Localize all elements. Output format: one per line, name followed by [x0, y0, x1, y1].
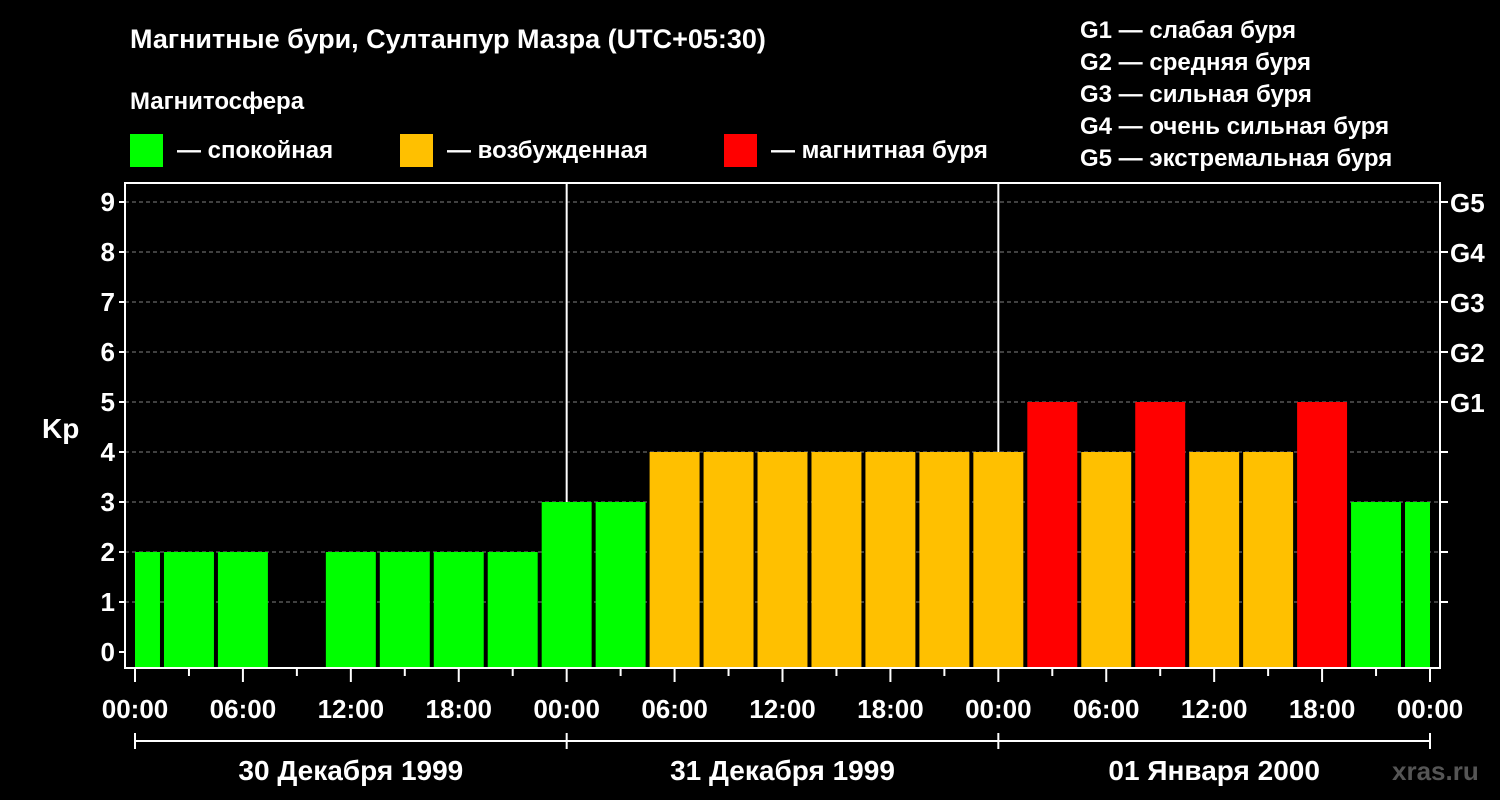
y-tick-label: 1	[101, 587, 115, 617]
kp-bar	[811, 452, 862, 668]
day-label: 30 Декабря 1999	[238, 755, 463, 786]
day-label: 01 Января 2000	[1108, 755, 1320, 786]
kp-bar	[1297, 402, 1348, 668]
chart-title: Магнитные бури, Султанпур Мазра (UTC+05:…	[130, 24, 766, 54]
kp-bar	[217, 552, 268, 668]
x-tick-label: 18:00	[1289, 694, 1356, 724]
x-tick-label: 18:00	[857, 694, 924, 724]
plot-area: 0 1 2 3 4 5 6 7 8 9 G1 G2 G3 G4 G5 00:00 06:00 12:00 18:00…	[101, 182, 1485, 786]
legend-swatch-quiet	[130, 134, 163, 167]
y-tick-label: 6	[101, 337, 115, 367]
y-tick-label: 0	[101, 637, 115, 667]
kp-bar	[1081, 452, 1132, 668]
kp-bar	[1243, 452, 1294, 668]
kp-bar	[325, 552, 376, 668]
g-level-label: G5	[1450, 188, 1485, 218]
g-scale-g1: G1 — слабая буря	[1080, 17, 1296, 44]
x-tick-label: 06:00	[641, 694, 708, 724]
y-tick-label: 8	[101, 237, 115, 267]
y-axis-label: Kp	[42, 413, 79, 444]
kp-bar	[379, 552, 430, 668]
x-tick-label: 00:00	[1397, 694, 1464, 724]
kp-bar	[919, 452, 970, 668]
kp-bar	[1405, 502, 1430, 668]
kp-bar	[135, 552, 160, 668]
legend-heading: Магнитосфера	[130, 88, 305, 115]
legend-label-active: — возбужденная	[447, 137, 648, 164]
y-tick-label: 5	[101, 387, 115, 417]
x-tick-label: 00:00	[102, 694, 169, 724]
g-scale-g4: G4 — очень сильная буря	[1080, 113, 1389, 140]
watermark: xras.ru	[1392, 756, 1479, 786]
kp-bar	[595, 502, 646, 668]
kp-bar	[487, 552, 538, 668]
legend-swatch-active	[400, 134, 433, 167]
kp-bar	[703, 452, 754, 668]
y-tick-label: 9	[101, 187, 115, 217]
kp-bar	[541, 502, 592, 668]
kp-bar	[163, 552, 214, 668]
legend-label-storm: — магнитная буря	[771, 137, 988, 164]
kp-bar	[973, 452, 1024, 668]
g-level-label: G3	[1450, 288, 1485, 318]
kp-bar	[1189, 452, 1240, 668]
x-tick-label: 12:00	[1181, 694, 1248, 724]
x-tick-label: 12:00	[318, 694, 385, 724]
g-level-label: G1	[1450, 388, 1485, 418]
kp-bar	[1135, 402, 1186, 668]
g-scale-g5: G5 — экстремальная буря	[1080, 145, 1392, 172]
kp-bar	[433, 552, 484, 668]
day-label: 31 Декабря 1999	[670, 755, 895, 786]
kp-bar	[757, 452, 808, 668]
x-tick-label: 00:00	[533, 694, 600, 724]
kp-bar	[1027, 402, 1078, 668]
y-tick-label: 2	[101, 537, 115, 567]
x-tick-label: 06:00	[210, 694, 277, 724]
y-tick-label: 7	[101, 287, 115, 317]
x-tick-label: 18:00	[426, 694, 493, 724]
x-tick-label: 06:00	[1073, 694, 1140, 724]
legend-label-quiet: — спокойная	[177, 137, 333, 164]
g-scale-g2: G2 — средняя буря	[1080, 49, 1311, 76]
legend-swatch-storm	[724, 134, 757, 167]
kp-bar	[649, 452, 700, 668]
kp-chart: Магнитные бури, Султанпур Мазра (UTC+05:…	[42, 17, 1485, 786]
g-scale-g3: G3 — сильная буря	[1080, 81, 1312, 108]
kp-bar	[1351, 502, 1402, 668]
g-level-label: G4	[1450, 238, 1485, 268]
y-tick-label: 4	[101, 437, 116, 467]
x-tick-label: 12:00	[749, 694, 816, 724]
y-tick-label: 3	[101, 487, 115, 517]
x-tick-label: 00:00	[965, 694, 1032, 724]
g-level-label: G2	[1450, 338, 1485, 368]
kp-bar	[865, 452, 916, 668]
